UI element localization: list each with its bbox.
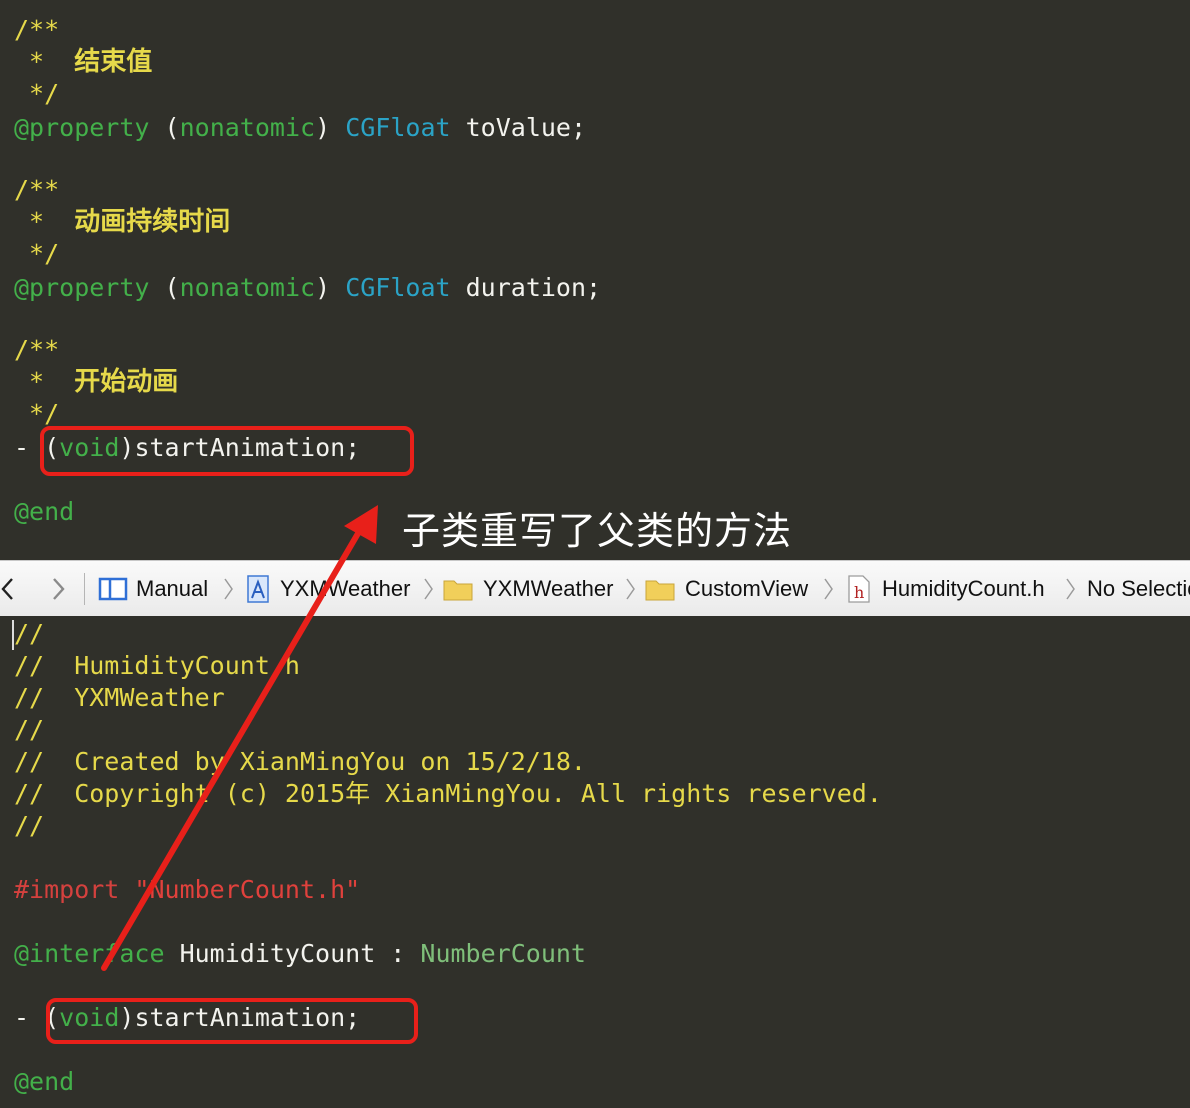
breadcrumb-separator-icon <box>424 578 433 600</box>
jump-bar-item-file[interactable]: h HumidityCount.h <box>846 561 1045 617</box>
breadcrumb-separator-icon <box>1066 578 1075 600</box>
end-keyword: @end <box>14 497 75 526</box>
header-comment-line: // <box>14 715 45 744</box>
chevron-right-icon[interactable] <box>52 575 66 603</box>
method-highlight-box <box>46 998 418 1044</box>
import-statement: #import "NumberCount.h" <box>14 875 361 904</box>
header-comment-line: // Created by XianMingYou on 15/2/18. <box>14 747 586 776</box>
doc-comment-open: /** <box>14 15 60 44</box>
jump-bar-item-project[interactable]: YXMWeather <box>244 561 410 617</box>
header-comment-line: // <box>14 619 45 648</box>
breadcrumb-separator-icon <box>626 578 635 600</box>
doc-comment-line: * 开始动画 <box>14 367 179 397</box>
header-comment-line: // Copyright (c) 2015年 XianMingYou. All … <box>14 779 882 808</box>
jump-bar-item-no-selection[interactable]: No Selection <box>1087 561 1190 617</box>
jump-bar-item-group[interactable]: YXMWeather <box>443 561 613 617</box>
code-editor-superclass[interactable]: /** * 结束值 */ @property (nonatomic) CGFlo… <box>0 0 1190 560</box>
header-comment-line: // YXMWeather <box>14 683 225 712</box>
folder-icon <box>645 580 675 601</box>
jump-bar: Manual YXMWeather YXMWeather CustomView … <box>0 560 1190 618</box>
code-editor-subclass[interactable]: // // HumidityCount.h // YXMWeather // /… <box>0 616 1190 1108</box>
breadcrumb-separator-icon <box>224 578 233 600</box>
property-declaration: @property (nonatomic) CGFloat duration; <box>14 273 602 302</box>
doc-comment-open: /** <box>14 175 60 204</box>
header-comment-line: // <box>14 811 45 840</box>
breadcrumb-separator-icon <box>824 578 833 600</box>
text-cursor <box>12 620 14 650</box>
header-file-icon: h <box>848 575 870 603</box>
folder-icon <box>443 580 473 601</box>
jump-bar-divider <box>84 573 85 605</box>
doc-comment-close: */ <box>14 239 60 268</box>
doc-comment-open: /** <box>14 335 60 364</box>
related-items-icon <box>98 577 128 601</box>
doc-comment-line: * 动画持续时间 <box>14 207 231 237</box>
chevron-left-icon[interactable] <box>0 575 14 603</box>
svg-text:h: h <box>854 583 864 602</box>
jump-bar-item-manual[interactable]: Manual <box>98 561 208 617</box>
method-highlight-box <box>40 426 414 476</box>
jump-bar-item-customview[interactable]: CustomView <box>645 561 808 617</box>
header-comment-line: // HumidityCount.h <box>14 651 300 680</box>
interface-declaration: @interface HumidityCount : NumberCount <box>14 939 586 968</box>
annotation-label: 子类重写了父类的方法 <box>402 509 793 553</box>
property-declaration: @property (nonatomic) CGFloat toValue; <box>14 113 587 142</box>
xcode-project-icon <box>247 575 269 603</box>
end-keyword: @end <box>14 1067 75 1096</box>
doc-comment-close: */ <box>14 79 60 108</box>
doc-comment-line: * 结束值 <box>14 47 153 77</box>
